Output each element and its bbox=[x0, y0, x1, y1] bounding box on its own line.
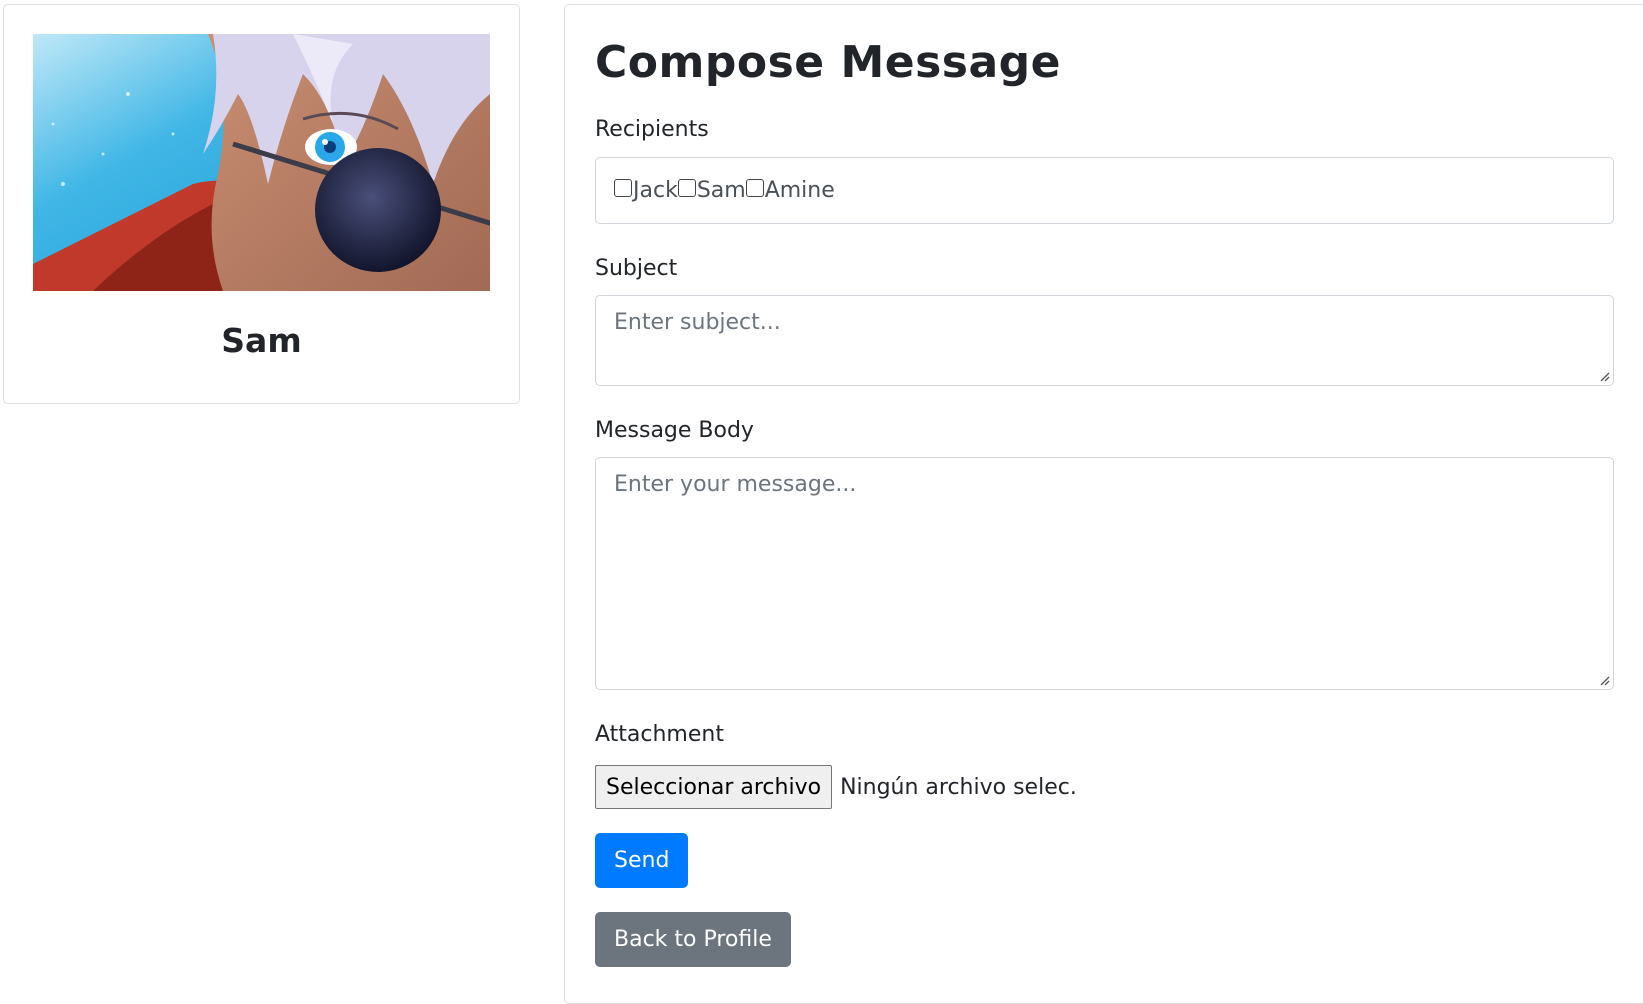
recipients-label: Recipients bbox=[595, 117, 709, 142]
attachment-label: Attachment bbox=[595, 722, 724, 747]
back-to-profile-button[interactable]: Back to Profile bbox=[595, 912, 791, 967]
message-body-placeholder: Enter your message... bbox=[614, 472, 857, 497]
subject-placeholder: Enter subject... bbox=[614, 310, 781, 335]
recipient-amine[interactable]: Amine bbox=[745, 178, 835, 203]
profile-name: Sam bbox=[221, 321, 302, 360]
file-input[interactable]: Seleccionar archivo Ningún archivo selec… bbox=[595, 765, 1077, 809]
file-status: Ningún archivo selec. bbox=[840, 774, 1077, 800]
recipient-label: Amine bbox=[764, 178, 835, 203]
recipient-checkbox[interactable] bbox=[677, 178, 696, 197]
resize-grip-icon[interactable] bbox=[1598, 674, 1610, 686]
avatar bbox=[33, 34, 490, 291]
message-body-input[interactable]: Enter your message... bbox=[595, 457, 1614, 690]
recipient-checkbox[interactable] bbox=[745, 178, 764, 197]
message-body-label: Message Body bbox=[595, 418, 754, 443]
send-button[interactable]: Send bbox=[595, 833, 689, 888]
recipients-box: Jack Sam Amine bbox=[595, 157, 1614, 224]
recipient-checkbox[interactable] bbox=[614, 178, 632, 197]
compose-card: Compose Message Recipients Jack Sam Amin… bbox=[564, 4, 1643, 1004]
recipient-label: Sam bbox=[696, 178, 746, 203]
profile-card: Sam bbox=[3, 4, 520, 404]
recipient-label: Jack bbox=[633, 178, 678, 203]
recipient-jack[interactable]: Jack bbox=[614, 178, 678, 203]
subject-label: Subject bbox=[595, 256, 678, 281]
subject-input[interactable]: Enter subject... bbox=[595, 295, 1614, 386]
choose-file-button[interactable]: Seleccionar archivo bbox=[595, 765, 833, 809]
avatar-image bbox=[33, 34, 490, 291]
resize-grip-icon[interactable] bbox=[1598, 370, 1610, 382]
recipient-sam[interactable]: Sam bbox=[677, 178, 746, 203]
page-title: Compose Message bbox=[595, 37, 1061, 88]
